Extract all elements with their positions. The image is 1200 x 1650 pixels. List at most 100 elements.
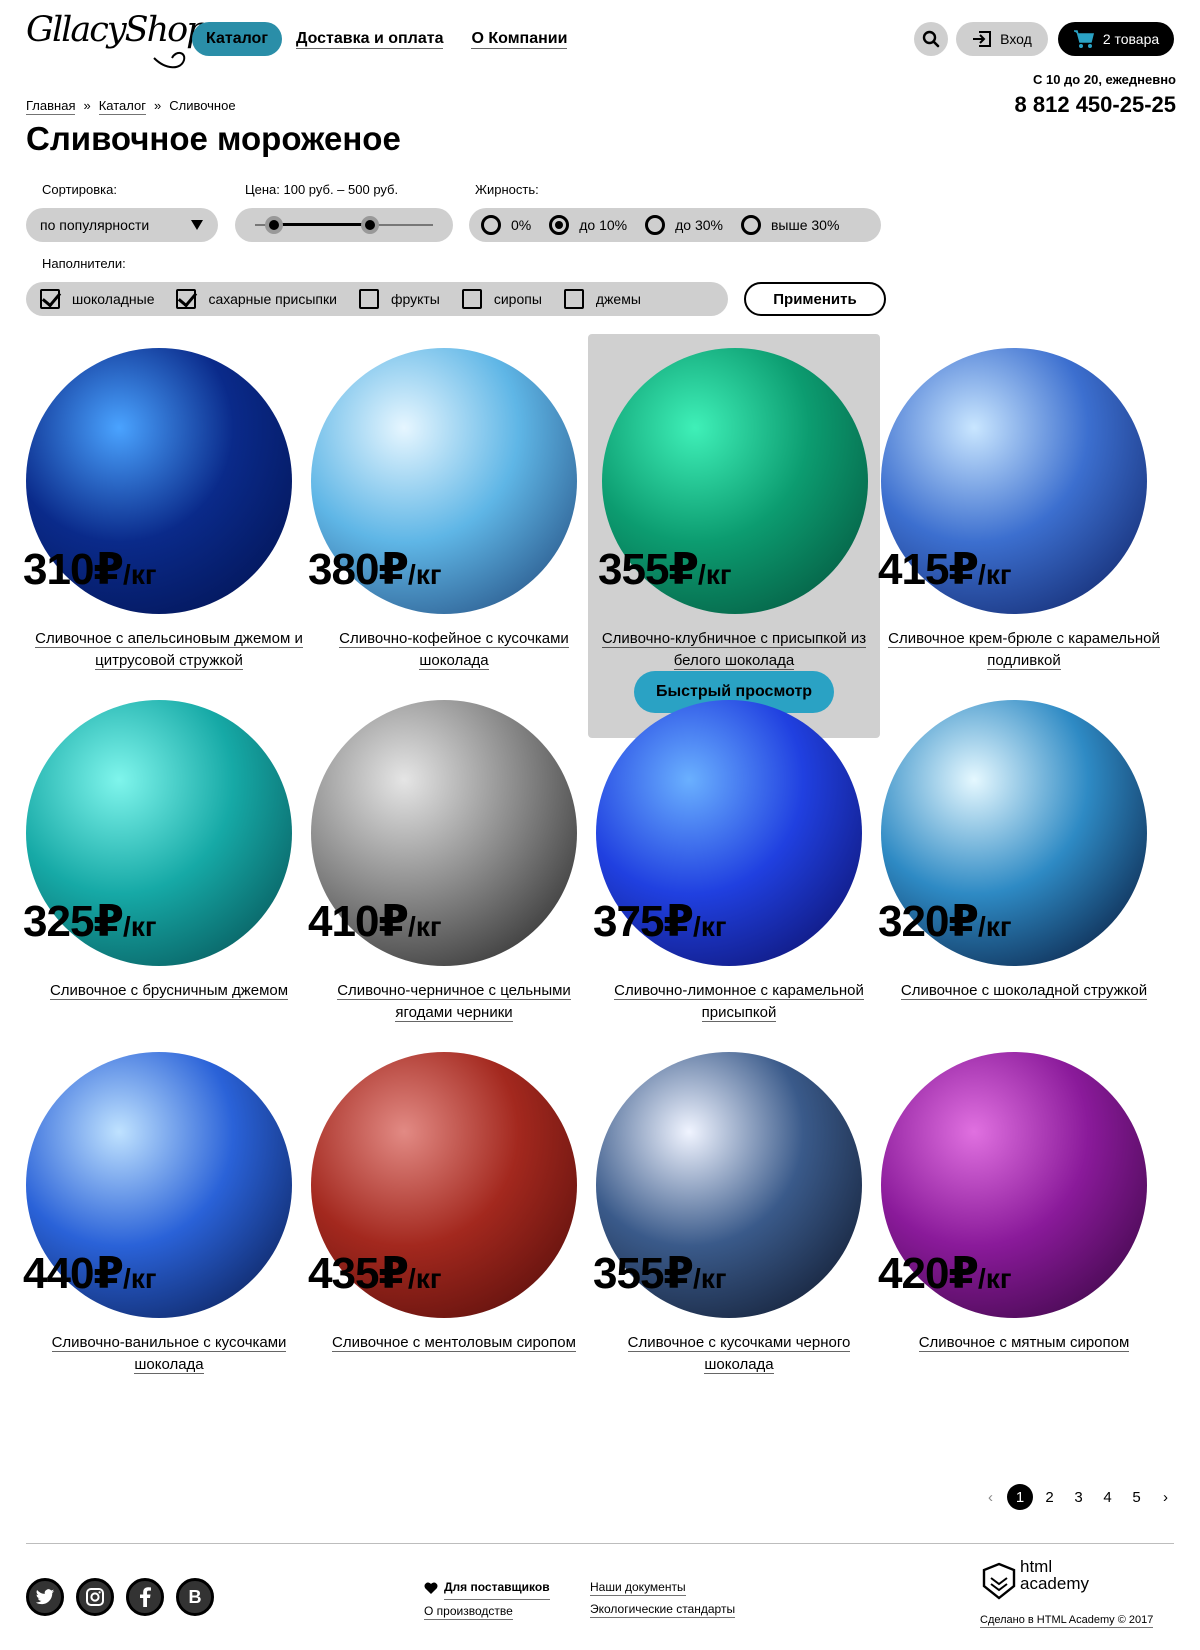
product-name-link[interactable]: Сливочное с ментоловым сиропом (308, 1332, 600, 1354)
pagination-prev[interactable]: ‹ (976, 1484, 1005, 1510)
product-card[interactable]: 440₽/кг Сливочно-ванильное с кусочками шо… (23, 1046, 315, 1396)
filler-label: сиропы (493, 291, 542, 307)
currency-symbol: ₽ (93, 545, 124, 594)
footer-links-col2: Наши документы Экологические стандарты (590, 1576, 736, 1620)
pagination-page-1[interactable]: 1 (1007, 1484, 1033, 1510)
fat-option-30[interactable]: до 30% (645, 215, 723, 235)
filler-syrups[interactable]: сиропы (461, 289, 542, 309)
nav-catalog[interactable]: Каталог (192, 22, 282, 56)
product-card[interactable]: 355₽/кг Сливочное с кусочками черного шок… (593, 1046, 885, 1396)
price-unit: /кг (408, 559, 442, 590)
product-name-link[interactable]: Сливочное с апельсиновым джемом и цитрус… (23, 628, 315, 672)
product-card[interactable]: 355₽/кг Сливочно-клубничное с присыпкой и… (588, 334, 880, 738)
instagram-icon[interactable] (76, 1578, 114, 1616)
academy-line1: html (1020, 1557, 1053, 1576)
product-price-value: 380 (308, 545, 379, 594)
html-academy-credit[interactable]: html academy Сделано в HTML Academy © 20… (980, 1558, 1176, 1638)
cart-button[interactable]: 2 товара (1058, 22, 1174, 56)
login-button[interactable]: Вход (956, 22, 1048, 56)
product-name-link[interactable]: Сливочно-лимонное с карамельной присыпко… (593, 980, 885, 1024)
footer-link-production[interactable]: О производстве (424, 1604, 513, 1620)
product-card[interactable]: 415₽/кг Сливочное крем-брюле с карамельно… (878, 342, 1170, 692)
product-name-link[interactable]: Сливочно-кофейное с кусочками шоколада (308, 628, 600, 672)
nav-about[interactable]: О Компании (471, 22, 568, 56)
product-name-link[interactable]: Сливочно-ванильное с кусочками шоколада (23, 1332, 315, 1376)
facebook-icon[interactable] (126, 1578, 164, 1616)
product-price-value: 355 (593, 1249, 664, 1298)
product-card[interactable]: 310₽/кг Сливочное с апельсиновым джемом и… (23, 342, 315, 692)
pagination-next[interactable]: › (1151, 1484, 1180, 1510)
html-academy-logo-icon (982, 1562, 1016, 1600)
product-name-link[interactable]: Сливочное с брусничным джемом (23, 980, 315, 1002)
product-name: Сливочно-ванильное с кусочками шоколада (51, 1334, 287, 1374)
footer-divider (26, 1543, 1174, 1544)
triangle-down-icon (191, 220, 203, 230)
breadcrumb-catalog[interactable]: Каталог (98, 98, 146, 115)
filler-sprinkles[interactable]: сахарные присыпки (176, 289, 337, 309)
nav-about-label: О Компании (471, 30, 568, 49)
product-name-link[interactable]: Сливочное с мятным сиропом (878, 1332, 1170, 1354)
filler-jams[interactable]: джемы (563, 289, 641, 309)
vk-icon[interactable]: B (176, 1578, 214, 1616)
breadcrumb-home[interactable]: Главная (26, 98, 76, 115)
nav-catalog-label: Каталог (206, 30, 268, 47)
fat-option-label: 0% (511, 217, 532, 233)
product-price-value: 375 (593, 897, 664, 946)
footer-link-eco-standards[interactable]: Экологические стандарты (590, 1602, 736, 1618)
price-unit: /кг (978, 1263, 1012, 1294)
product-price: 380₽/кг (308, 548, 442, 592)
filler-fruits[interactable]: фрукты (358, 289, 440, 309)
product-card[interactable]: 380₽/кг Сливочно-кофейное с кусочками шок… (308, 342, 600, 692)
product-price-value: 440 (23, 1249, 94, 1298)
footer-link-documents[interactable]: Наши документы (590, 1580, 686, 1596)
fat-option-above-30[interactable]: выше 30% (740, 215, 839, 235)
logo-text: GllacyShop (26, 10, 209, 50)
sort-select[interactable]: по популярности (26, 208, 218, 242)
product-name-link[interactable]: Сливочно-черничное с цельными ягодами че… (308, 980, 600, 1024)
product-name-link[interactable]: Сливочное с шоколадной стружкой (878, 980, 1170, 1002)
product-card[interactable]: 375₽/кг Сливочно-лимонное с карамельной п… (593, 694, 885, 1044)
fat-option-0[interactable]: 0% (481, 215, 531, 235)
pagination-page-2[interactable]: 2 (1035, 1484, 1064, 1510)
footer-link-suppliers[interactable]: Для поставщиков (424, 1576, 550, 1600)
twitter-icon[interactable] (26, 1578, 64, 1616)
working-hours: С 10 до 20, ежедневно (1032, 72, 1176, 87)
fat-option-10[interactable]: до 10% (549, 215, 627, 235)
filler-label: джемы (595, 291, 641, 307)
product-price: 410₽/кг (308, 900, 442, 944)
search-button[interactable] (914, 22, 948, 56)
price-max-handle[interactable] (361, 216, 379, 234)
product-name: Сливочно-клубничное с присыпкой из белог… (601, 630, 867, 670)
nav-delivery[interactable]: Доставка и оплата (295, 22, 444, 56)
pagination-page-3[interactable]: 3 (1064, 1484, 1093, 1510)
product-card[interactable]: 420₽/кг Сливочное с мятным сиропом (878, 1046, 1170, 1396)
pagination-page-5[interactable]: 5 (1122, 1484, 1151, 1510)
currency-symbol: ₽ (668, 545, 699, 594)
product-price-value: 435 (308, 1249, 379, 1298)
product-card[interactable]: 435₽/кг Сливочное с ментоловым сиропом (308, 1046, 600, 1396)
product-card[interactable]: 410₽/кг Сливочно-черничное с цельными яго… (308, 694, 600, 1044)
price-unit: /кг (408, 911, 442, 942)
product-name-link[interactable]: Сливочное крем-брюле с карамельной подли… (878, 628, 1170, 672)
price-unit: /кг (123, 911, 157, 942)
pagination-page-4[interactable]: 4 (1093, 1484, 1122, 1510)
filler-chocolate[interactable]: шоколадные (40, 289, 154, 309)
product-name-link[interactable]: Сливочно-клубничное с присыпкой из белог… (588, 628, 880, 672)
price-unit: /кг (123, 1263, 157, 1294)
product-name-link[interactable]: Сливочное с кусочками черного шоколада (593, 1332, 885, 1376)
radio-checked-icon (549, 215, 570, 235)
logo[interactable]: GllacyShop (26, 6, 209, 76)
product-card[interactable]: 320₽/кг Сливочное с шоколадной стружкой (878, 694, 1170, 1044)
product-price: 320₽/кг (878, 900, 1012, 944)
apply-filters-button[interactable]: Применить (744, 282, 886, 316)
breadcrumb-current: Сливочное (169, 98, 236, 113)
currency-symbol: ₽ (378, 545, 409, 594)
price-min-handle[interactable] (265, 216, 283, 234)
product-price: 375₽/кг (593, 900, 727, 944)
cart-icon (1073, 30, 1094, 48)
sort-label: Сортировка: (42, 182, 117, 197)
price-range-slider[interactable] (235, 208, 453, 242)
product-price-value: 320 (878, 897, 949, 946)
product-card[interactable]: 325₽/кг Сливочное с брусничным джемом (23, 694, 315, 1044)
made-by-text: Сделано в HTML Academy © 2017 (980, 1614, 1154, 1628)
